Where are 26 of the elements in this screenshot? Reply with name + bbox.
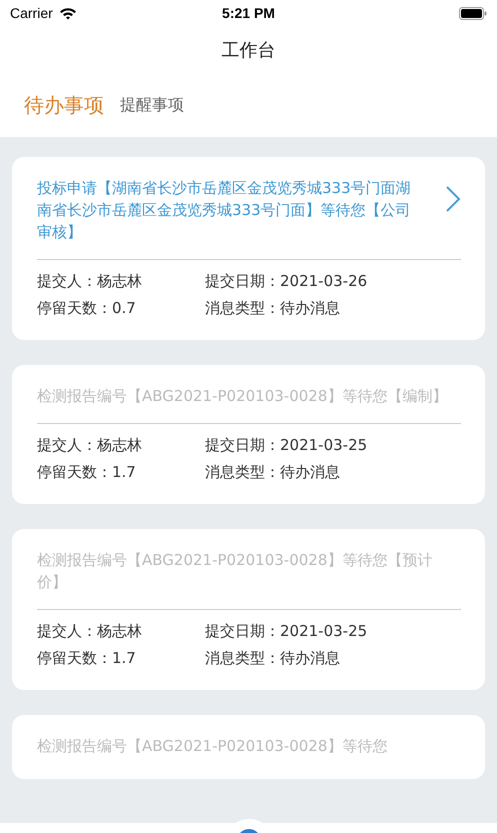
carrier-label: Carrier xyxy=(10,5,53,21)
meta-text: 提交日期：2021-03-25 xyxy=(205,436,368,455)
task-title: 检测报告编号【ABG2021-P020103-0028】等待您【编制】 xyxy=(37,386,448,407)
meta-text: 提交人：杨志林 xyxy=(37,436,143,455)
meta-text: 提交人：杨志林 xyxy=(37,272,143,291)
meta-text: 提交人：杨志林 xyxy=(37,622,143,641)
meta-text: 提交日期：2021-03-26 xyxy=(205,272,368,291)
task-title: 投标申请【湖南省长沙市岳麓区金茂览秀城333号门面湖南省长沙市岳麓区金茂览秀城333号门面】等待您【公司审核】 xyxy=(37,178,412,243)
status-time: 5:21 PM xyxy=(222,5,275,21)
task-card[interactable]: 检测报告编号【ABG2021-P020103-0028】等待您【编制】 提交人：杨志林 提交日期：2021-03-25 停留天数：1.7 消息类型：待办消息 xyxy=(12,365,485,504)
chevron-right-icon xyxy=(445,185,461,213)
task-title: 检测报告编号【ABG2021-P020103-0028】等待您【预计价】 xyxy=(37,550,434,593)
task-card[interactable]: 投标申请【湖南省长沙市岳麓区金茂览秀城333号门面湖南省长沙市岳麓区金茂览秀城333号门面】等待您【公司审核】 提交人：杨志林 提交日期：2021-03-26 停留天数：0.7 消息类型：待办消息 xyxy=(12,157,485,340)
battery-icon xyxy=(459,6,487,20)
meta-text: 提交日期：2021-03-25 xyxy=(205,622,368,641)
tab[interactable]: 提醒事项 xyxy=(118,93,186,118)
meta-text: 停留天数：0.7 xyxy=(37,299,137,318)
meta-text: 消息类型：待办消息 xyxy=(205,299,341,318)
meta-text: 停留天数：1.7 xyxy=(37,649,137,668)
task-card[interactable]: 检测报告编号【ABG2021-P020103-0028】等待您【预计价】 提交人：杨志林 提交日期：2021-03-25 停留天数：1.7 消息类型：待办消息 xyxy=(12,529,485,690)
task-title: 检测报告编号【ABG2021-P020103-0028】等待您 xyxy=(37,736,388,757)
meta-text: 消息类型：待办消息 xyxy=(205,463,341,482)
nav-title: 工作台 xyxy=(222,39,276,62)
meta-text: 消息类型：待办消息 xyxy=(205,649,341,668)
wifi-icon xyxy=(58,6,77,20)
meta-text: 停留天数：1.7 xyxy=(37,463,137,482)
